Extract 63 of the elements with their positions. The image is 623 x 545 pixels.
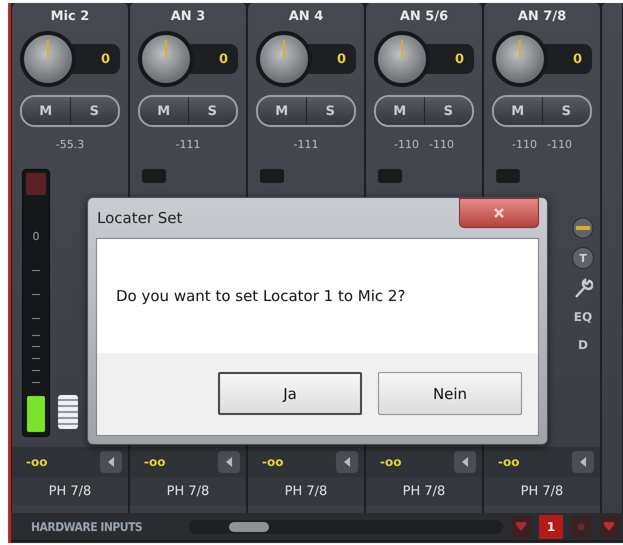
caret-icon bbox=[108, 457, 114, 467]
arrow-button[interactable] bbox=[218, 451, 240, 473]
dynamics-button[interactable]: D bbox=[578, 335, 588, 355]
output-label[interactable]: PH 7/8 bbox=[248, 477, 364, 505]
mute-button[interactable]: M bbox=[376, 97, 424, 125]
caret-icon bbox=[580, 457, 586, 467]
fader-value: -oo bbox=[144, 455, 166, 469]
output-label[interactable]: PH 7/8 bbox=[12, 477, 128, 505]
clip-indicator bbox=[378, 169, 402, 183]
channel-name: Mic 2 bbox=[50, 8, 90, 26]
mute-button[interactable]: M bbox=[494, 97, 542, 125]
caret-icon bbox=[344, 457, 350, 467]
arrow-button[interactable] bbox=[100, 451, 122, 473]
fader-icon[interactable] bbox=[572, 217, 594, 239]
level-reading: -111 bbox=[294, 138, 318, 150]
close-button[interactable] bbox=[459, 198, 539, 228]
solo-button[interactable]: S bbox=[424, 97, 472, 125]
wrench-icon[interactable] bbox=[573, 277, 593, 299]
caret-icon bbox=[462, 457, 468, 467]
fader-value: -oo bbox=[26, 455, 48, 469]
trim-button[interactable]: T bbox=[572, 247, 594, 269]
section-label: HARDWARE INPUTS bbox=[31, 520, 144, 534]
eq-button[interactable]: EQ bbox=[574, 307, 592, 327]
dialog-message: Do you want to set Locator 1 to Mic 2? bbox=[97, 239, 538, 353]
level-reading: -55.3 bbox=[56, 138, 84, 150]
mute-button[interactable]: M bbox=[258, 97, 306, 125]
mute-button[interactable]: M bbox=[22, 97, 70, 125]
close-icon bbox=[493, 207, 505, 219]
caret-icon bbox=[226, 457, 232, 467]
output-label[interactable]: PH 7/8 bbox=[130, 477, 246, 505]
output-label[interactable]: PH 7/8 bbox=[484, 477, 600, 505]
clip-indicator bbox=[260, 169, 284, 183]
dialog-button[interactable]: Ja bbox=[218, 372, 362, 415]
level-reading: -110 bbox=[512, 138, 537, 150]
level-reading: -110 bbox=[394, 138, 419, 150]
solo-button[interactable]: S bbox=[188, 97, 236, 125]
arrow-button[interactable] bbox=[454, 451, 476, 473]
level-reading: -110 bbox=[547, 138, 572, 150]
arrow-button[interactable] bbox=[336, 451, 358, 473]
fader-thumb[interactable] bbox=[58, 395, 78, 429]
scrollbar[interactable] bbox=[189, 520, 503, 534]
clip-indicator bbox=[496, 169, 520, 183]
mute-button[interactable]: M bbox=[140, 97, 188, 125]
solo-button[interactable]: S bbox=[306, 97, 354, 125]
solo-button[interactable]: S bbox=[70, 97, 118, 125]
channel-name: AN 7/8 bbox=[516, 8, 568, 26]
clip-indicator bbox=[26, 173, 46, 195]
meter-scale-label: 0 bbox=[32, 230, 40, 243]
solo-button[interactable]: S bbox=[542, 97, 590, 125]
level-reading: -110 bbox=[429, 138, 454, 150]
dialog-button[interactable]: Nein bbox=[378, 372, 522, 415]
clip-indicator bbox=[142, 169, 166, 183]
page-button[interactable]: 1 bbox=[539, 514, 563, 538]
channel-name: AN 3 bbox=[170, 8, 206, 26]
channel-name: AN 4 bbox=[288, 8, 324, 26]
fader-value: -oo bbox=[262, 455, 284, 469]
dialog-title: Locater Set bbox=[96, 209, 182, 227]
output-label[interactable]: PH 7/8 bbox=[366, 477, 482, 505]
fader-value: -oo bbox=[380, 455, 402, 469]
channel-name: AN 5/6 bbox=[398, 8, 450, 26]
fader-value: -oo bbox=[498, 455, 520, 469]
level-reading: -111 bbox=[176, 138, 200, 150]
arrow-button[interactable] bbox=[572, 451, 594, 473]
